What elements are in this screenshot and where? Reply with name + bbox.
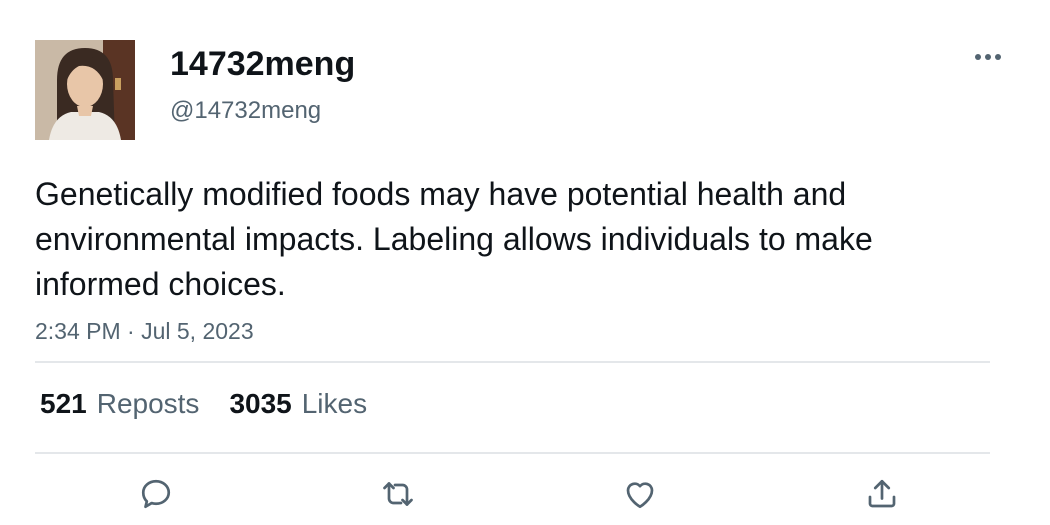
reply-icon bbox=[141, 479, 171, 509]
reposts-stat[interactable]: 521 Reposts bbox=[40, 386, 199, 422]
repost-button[interactable] bbox=[378, 474, 418, 514]
likes-stat[interactable]: 3035 Likes bbox=[229, 386, 367, 422]
divider-bottom bbox=[35, 452, 990, 454]
more-dots-icon bbox=[975, 54, 1001, 60]
share-button[interactable] bbox=[862, 474, 902, 514]
more-options-button[interactable] bbox=[970, 46, 1006, 68]
reposts-count: 521 bbox=[40, 388, 87, 419]
share-icon bbox=[868, 479, 896, 508]
like-button[interactable] bbox=[620, 474, 660, 514]
repost-icon bbox=[383, 482, 413, 506]
tweet-timestamp[interactable]: 2:34 PM · Jul 5, 2023 bbox=[35, 316, 254, 346]
divider-top bbox=[35, 361, 990, 363]
tweet-text: Genetically modified foods may have pote… bbox=[35, 176, 873, 302]
user-handle[interactable]: @14732meng bbox=[170, 96, 321, 126]
reply-button[interactable] bbox=[136, 474, 176, 514]
likes-count: 3035 bbox=[229, 388, 292, 419]
tweet-stats: 521 Reposts 3035 Likes bbox=[40, 386, 397, 422]
likes-label: Likes bbox=[301, 388, 368, 419]
reposts-label: Reposts bbox=[96, 388, 200, 419]
avatar[interactable] bbox=[35, 40, 135, 140]
profile-photo-icon bbox=[35, 40, 135, 140]
display-name[interactable]: 14732meng bbox=[170, 44, 355, 84]
heart-icon bbox=[626, 482, 654, 509]
